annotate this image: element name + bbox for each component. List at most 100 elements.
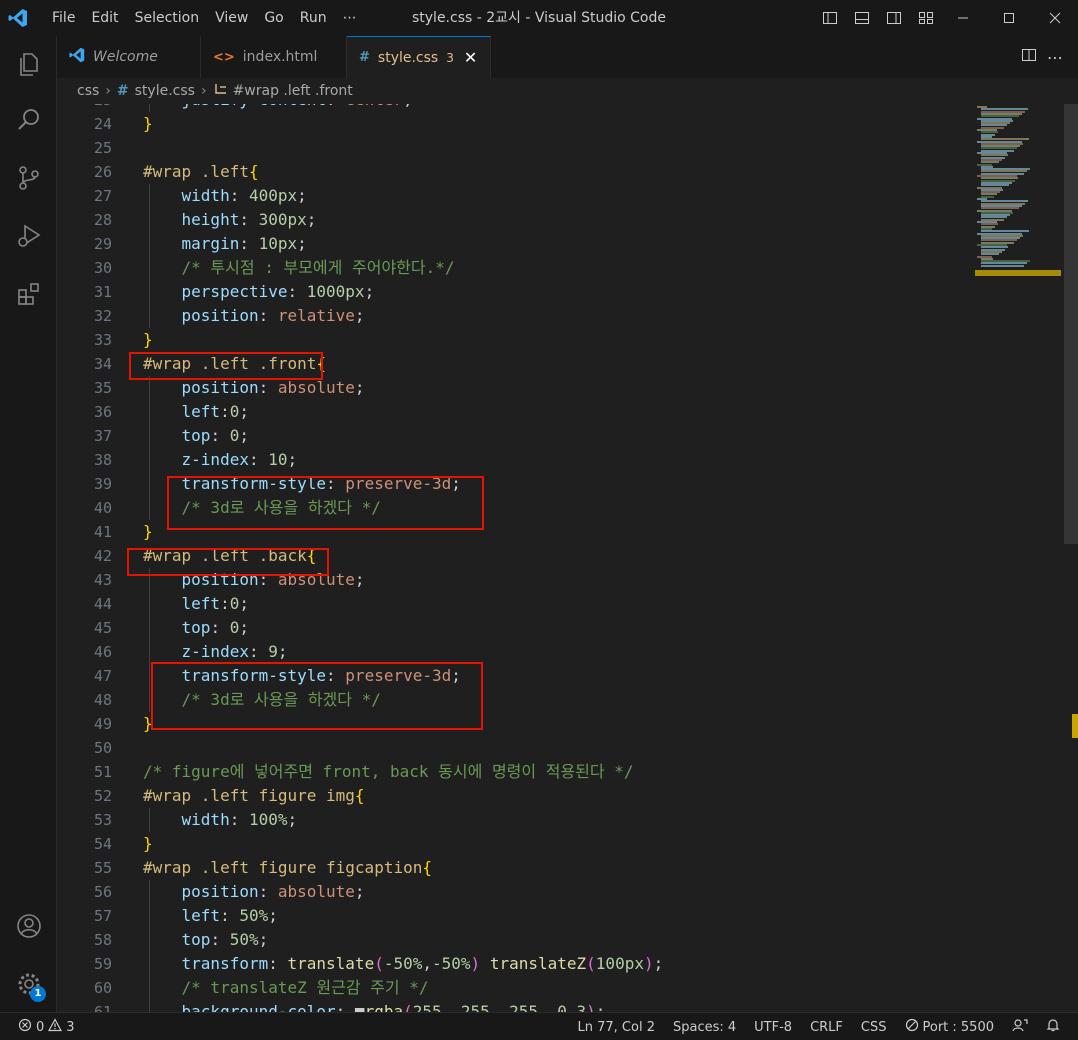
notifications-bell-icon[interactable] — [1046, 1018, 1060, 1036]
customize-layout-icon[interactable] — [914, 6, 938, 30]
code-line[interactable]: 55 #wrap .left figure figcaption{ — [57, 856, 977, 880]
menu-edit[interactable]: Edit — [83, 0, 126, 36]
explorer-icon[interactable] — [0, 40, 57, 88]
code-token: /* translateZ 원근감 주기 */ — [181, 978, 429, 997]
cursor-position[interactable]: Ln 77, Col 2 — [578, 1020, 655, 1035]
language-mode[interactable]: CSS — [861, 1020, 887, 1035]
close-tab-icon[interactable]: ✕ — [464, 48, 477, 67]
code-line[interactable]: 52 #wrap .left figure img{ — [57, 784, 977, 808]
code-token: 100% — [248, 810, 288, 829]
tab-label: Welcome — [93, 49, 158, 65]
code-token: : — [220, 402, 230, 421]
code-token: top — [181, 930, 211, 949]
encoding[interactable]: UTF-8 — [754, 1020, 792, 1035]
code-line[interactable]: 38 z-index: 10; — [57, 448, 977, 472]
code-line[interactable]: 27 width: 400px; — [57, 184, 977, 208]
code-token: 10px — [258, 234, 298, 253]
menu-run[interactable]: Run — [292, 0, 335, 36]
breadcrumb-symbol[interactable]: #wrap .left .front — [233, 83, 353, 99]
code-line[interactable]: 26 #wrap .left{ — [57, 160, 977, 184]
code-line[interactable]: 56 position: absolute; — [57, 880, 977, 904]
line-text: justify-content: center; — [143, 104, 413, 112]
tab-welcome[interactable]: Welcome — [57, 36, 201, 78]
highlight-box-front-transform — [167, 476, 484, 530]
breadcrumb-file[interactable]: style.css — [135, 83, 195, 99]
code-line[interactable]: 45 top: 0; — [57, 616, 977, 640]
code-line[interactable]: 57 left: 50%; — [57, 904, 977, 928]
line-text: width: 400px; — [143, 184, 307, 208]
code-line[interactable]: 51 /* figure에 넣어주면 front, back 동시에 명령이 적용… — [57, 760, 977, 784]
code-line[interactable]: 54} — [57, 832, 977, 856]
minimize-icon[interactable] — [940, 0, 986, 36]
scrollbar-thumb[interactable] — [1064, 104, 1078, 544]
code-token: 400px — [248, 186, 298, 205]
code-line[interactable]: 36 left:0; — [57, 400, 977, 424]
code-line[interactable]: 32 position: relative; — [57, 304, 977, 328]
code-line[interactable]: 44 left:0; — [57, 592, 977, 616]
toggle-panel-icon[interactable] — [850, 6, 874, 30]
code-token: ; — [653, 954, 664, 973]
code-token: width — [181, 810, 230, 829]
run-debug-icon[interactable] — [0, 212, 57, 260]
extensions-icon[interactable] — [0, 270, 57, 318]
tab-style-css[interactable]: # style.css 3 ✕ — [347, 36, 491, 78]
chevron-right-icon: › — [200, 83, 207, 99]
code-line[interactable]: 30 /* 투시점 : 부모에게 주어야한다.*/ — [57, 256, 977, 280]
symbol-icon — [213, 82, 229, 100]
code-line[interactable]: 23 justify-content: center; — [57, 104, 977, 112]
code-token: ; — [354, 882, 365, 901]
line-number: 33 — [93, 331, 112, 349]
code-line[interactable]: 61 background-color: ■rgba(255, 255, 255… — [57, 1000, 977, 1012]
menu-selection[interactable]: Selection — [127, 0, 208, 36]
maximize-icon[interactable] — [986, 0, 1032, 36]
end-of-line[interactable]: CRLF — [810, 1020, 843, 1035]
code-line[interactable]: 37 top: 0; — [57, 424, 977, 448]
code-line[interactable]: 25 — [57, 136, 977, 160]
code-token: position — [181, 882, 259, 901]
toggle-secondary-sidebar-icon[interactable] — [882, 6, 906, 30]
code-line[interactable]: 24} — [57, 112, 977, 136]
indentation[interactable]: Spaces: 4 — [673, 1020, 736, 1035]
code-token: ; — [354, 378, 365, 397]
code-token: ; — [239, 594, 249, 613]
code-line[interactable]: 60 /* translateZ 원근감 주기 */ — [57, 976, 977, 1000]
code-line[interactable]: 58 top: 50%; — [57, 928, 977, 952]
manage-gear-icon[interactable]: 1 — [0, 960, 57, 1008]
tab-index-html[interactable]: <> index.html — [201, 36, 347, 78]
line-text: z-index: 9; — [143, 640, 288, 664]
warning-count: 3 — [66, 1019, 75, 1035]
breadcrumb-folder[interactable]: css — [77, 83, 99, 99]
title-bar: File Edit Selection View Go Run ⋯ style.… — [0, 0, 1078, 36]
code-line[interactable]: 31 perspective: 1000px; — [57, 280, 977, 304]
split-editor-icon[interactable] — [1021, 47, 1037, 67]
live-server-port[interactable]: Port : 5500 — [905, 1018, 994, 1036]
code-line[interactable]: 28 height: 300px; — [57, 208, 977, 232]
code-line[interactable]: 50 — [57, 736, 977, 760]
menu-go[interactable]: Go — [256, 0, 291, 36]
more-actions-icon[interactable]: ⋯ — [1047, 48, 1064, 67]
vertical-scrollbar[interactable] — [1064, 104, 1078, 1012]
code-token: 255 — [460, 1002, 490, 1012]
code-editor[interactable]: 23 justify-content: center;24}2526#wrap … — [57, 104, 1078, 1012]
source-control-icon[interactable] — [0, 154, 57, 202]
code-token: top — [181, 426, 211, 445]
code-line[interactable]: 53 width: 100%; — [57, 808, 977, 832]
minimap[interactable] — [975, 104, 1061, 1012]
line-number: 57 — [93, 907, 112, 925]
code-line[interactable]: 59 transform: translate(-50%,-50%) trans… — [57, 952, 977, 976]
search-icon[interactable] — [0, 96, 57, 144]
chevron-right-icon: › — [105, 83, 111, 99]
code-line[interactable]: 46 z-index: 9; — [57, 640, 977, 664]
menu-more[interactable]: ⋯ — [335, 0, 366, 36]
close-window-icon[interactable] — [1032, 0, 1078, 36]
toggle-primary-sidebar-icon[interactable] — [818, 6, 842, 30]
code-token: , — [422, 954, 433, 973]
accounts-icon[interactable] — [0, 902, 57, 950]
problems-status[interactable]: 0 3 — [18, 1013, 75, 1040]
accounts-feedback-icon[interactable] — [1012, 1018, 1028, 1036]
code-line[interactable]: 29 margin: 10px; — [57, 232, 977, 256]
menu-file[interactable]: File — [44, 0, 83, 36]
menu-view[interactable]: View — [207, 0, 256, 36]
code-line[interactable]: 33} — [57, 328, 977, 352]
